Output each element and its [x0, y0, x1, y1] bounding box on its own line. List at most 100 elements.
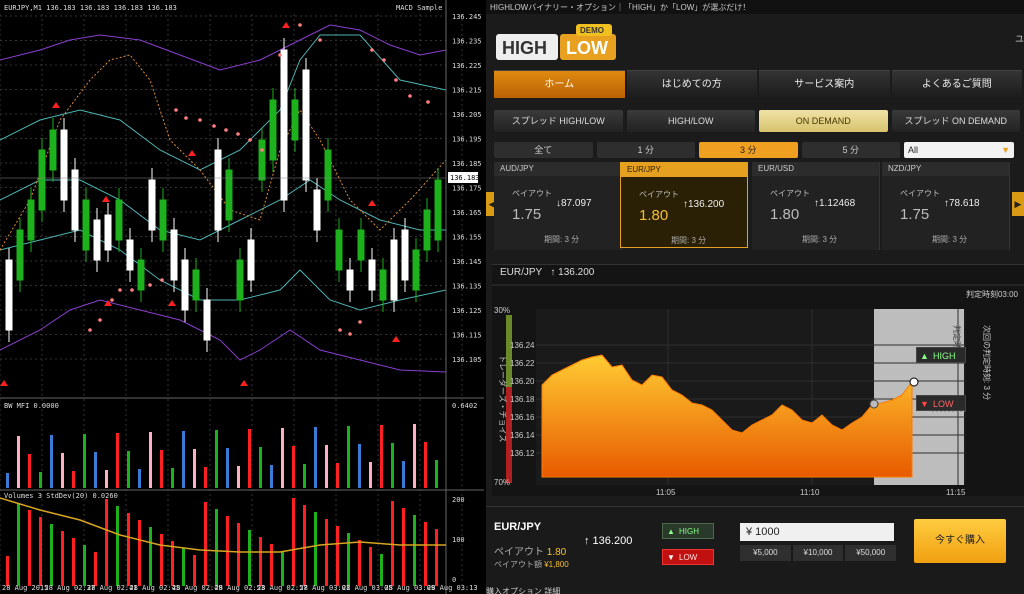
duration-5min[interactable]: 5 分	[801, 142, 900, 158]
asset-cards: AUD/JPY ペイアウト 1.75 ↓87.097 期間: 3 分 EUR/J…	[486, 162, 1024, 250]
mfi-bar	[50, 435, 53, 488]
volume-bar	[204, 502, 207, 586]
candle-body	[357, 229, 365, 261]
card-payout: 1.80	[639, 207, 669, 224]
volume-bar	[413, 515, 416, 586]
candle-body	[412, 249, 420, 291]
tab-spread-on-demand[interactable]: スプレッド ON DEMAND	[891, 110, 1020, 132]
sar-dot	[382, 58, 386, 62]
sar-dot	[148, 283, 152, 287]
chart-x-tick: 11:05	[656, 488, 676, 497]
candle-body	[5, 259, 13, 331]
chart-y-tick: 136.24	[510, 341, 535, 350]
price-tick: 136.225	[452, 62, 482, 70]
asset-card-audjpy[interactable]: AUD/JPY ペイアウト 1.75 ↓87.097 期間: 3 分	[494, 162, 622, 250]
candle-body	[93, 219, 101, 261]
sar-dot	[224, 128, 228, 132]
tab-spread-highlow[interactable]: スプレッド HIGH/LOW	[494, 110, 623, 132]
card-period: 期間: 3 分	[932, 235, 968, 244]
logo-word-high: HIGH	[502, 38, 547, 58]
candle-body	[104, 214, 112, 251]
candle-body	[181, 259, 189, 311]
preset-5000[interactable]: ¥5,000	[740, 545, 791, 561]
high-button[interactable]: ▲ HIGH	[662, 523, 714, 539]
nav-services[interactable]: サービス案内	[759, 70, 890, 98]
chart-high-button[interactable]: ▲ HIGH	[916, 347, 966, 363]
volume-bar	[292, 498, 295, 586]
trade-symbol: EUR/JPY	[494, 521, 542, 533]
preset-10000[interactable]: ¥10,000	[792, 545, 844, 561]
current-price-dot	[909, 377, 919, 387]
volume-bar	[39, 517, 42, 586]
price-tick: 136.165	[452, 209, 482, 217]
volume-bar	[215, 509, 218, 586]
highlow-logo[interactable]: HIGH LOW DEMO	[496, 24, 626, 64]
volume-bar	[237, 523, 240, 586]
mt4-chart-canvas[interactable]: 136.183 136.245136.235136.225136.215136.…	[0, 0, 484, 594]
volume-scale-top: 200	[452, 496, 465, 504]
volume-bar	[193, 555, 196, 586]
low-button[interactable]: ▼ LOW	[662, 549, 714, 565]
buy-now-button[interactable]: 今すぐ購入	[914, 519, 1006, 563]
chart-low-button[interactable]: ▼ LOW	[916, 395, 966, 411]
options-details-link[interactable]: 購入オプション 詳細	[486, 586, 560, 594]
duration-1min[interactable]: 1 分	[596, 142, 695, 158]
price-chart-canvas[interactable]: 30% 70% トレーダーズ・チョイス 136.24 136.22 136.20 13…	[492, 265, 1024, 497]
logo-graphic: HIGH LOW DEMO	[496, 24, 616, 60]
volume-bar	[83, 545, 86, 586]
bwmfi-value: 0.6402	[452, 402, 477, 410]
sar-dot	[426, 100, 430, 104]
candle-body	[247, 239, 255, 281]
volume-scale-mid: 100	[452, 536, 465, 544]
asset-card-eurjpy[interactable]: EUR/JPY ペイアウト 1.80 ↑136.200 期間: 3 分	[620, 162, 748, 248]
sar-dot	[260, 148, 264, 152]
candle-body	[335, 229, 343, 271]
time-tick: 28 Aug 2015	[2, 584, 48, 592]
candle-body	[192, 269, 200, 301]
asset-card-eurusd[interactable]: EUR/USD ペイアウト 1.80 ↑1.12468 期間: 3 分	[752, 162, 880, 250]
mfi-bar	[226, 448, 229, 488]
nav-home[interactable]: ホーム	[494, 70, 625, 98]
duration-3min[interactable]: 3 分	[699, 142, 798, 158]
mfi-bar	[391, 443, 394, 488]
volume-bar	[171, 541, 174, 586]
asset-select[interactable]: All ▼	[904, 142, 1014, 158]
mfi-bar	[281, 428, 284, 488]
price-tick: 136.195	[452, 136, 482, 144]
card-payout: 1.80	[770, 206, 800, 223]
candle-body	[60, 129, 68, 201]
candle-body	[16, 229, 24, 281]
duration-all[interactable]: 全て	[494, 142, 593, 158]
price-tick: 136.205	[452, 111, 482, 119]
candle-body	[434, 179, 442, 241]
main-nav: ホーム はじめての方 サービス案内 よくあるご質問	[494, 70, 1024, 98]
asset-card-nzdjpy[interactable]: NZD/JPY ペイアウト 1.75 ↑78.618 期間: 3 分	[882, 162, 1010, 250]
volume-bar	[248, 530, 251, 586]
nav-faq[interactable]: よくあるご質問	[891, 70, 1022, 98]
tab-highlow[interactable]: HIGH/LOW	[626, 110, 755, 132]
candle-body	[423, 209, 431, 251]
card-rate: ↓87.097	[556, 198, 592, 209]
arrow-down-icon: ▼	[667, 553, 675, 562]
user-menu[interactable]: ユ	[1015, 32, 1024, 45]
volume-bar	[336, 526, 339, 586]
price-tick: 136.245	[452, 13, 482, 21]
mfi-bar	[182, 431, 185, 488]
preset-50000[interactable]: ¥50,000	[845, 545, 897, 561]
trade-panel: EUR/JPY ↑ 136.200 ペイアウト 1.80 ペイアウト額 ¥1,8…	[486, 506, 1024, 594]
chart-high-label: HIGH	[933, 351, 956, 361]
volume-bar	[270, 544, 273, 586]
candle-body	[214, 149, 222, 231]
nav-beginners[interactable]: はじめての方	[626, 70, 757, 98]
chart-y-tick: 136.16	[510, 413, 535, 422]
candle-body	[148, 179, 156, 231]
chart-y-tick: 136.12	[510, 449, 535, 458]
investment-input[interactable]: ¥ 1000	[740, 523, 894, 541]
sar-dot	[348, 332, 352, 336]
card-symbol: EUR/USD	[752, 162, 879, 176]
chevron-down-icon: ▼	[1001, 145, 1010, 155]
tab-on-demand[interactable]: ON DEMAND	[759, 110, 888, 132]
demo-badge: DEMO	[580, 26, 604, 35]
card-period: 期間: 3 分	[671, 236, 707, 245]
sar-dot	[184, 116, 188, 120]
